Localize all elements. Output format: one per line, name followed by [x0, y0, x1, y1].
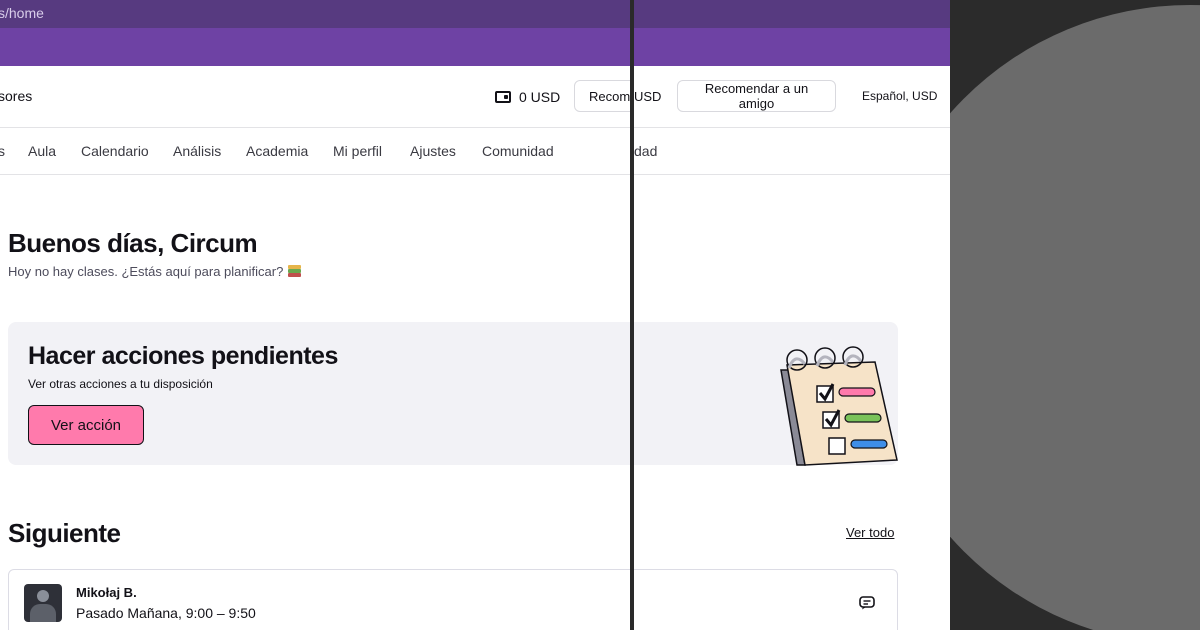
- language-currency-selector[interactable]: Español, USD: [862, 89, 937, 103]
- nav-item-ajustes[interactable]: Ajustes: [410, 143, 456, 159]
- lesson-time: Pasado Mañana, 9:00 – 9:50: [76, 605, 256, 621]
- top-header-right: USD Recomendar a un amigo Español, USD: [634, 66, 950, 128]
- next-section-title: Siguiente: [8, 518, 121, 548]
- refer-friend-button[interactable]: Recomendar a un amigo: [677, 80, 836, 112]
- see-all-link[interactable]: Ver todo: [846, 525, 894, 540]
- avatar: [24, 584, 62, 622]
- nav-item-comunidad[interactable]: Comunidad: [482, 143, 554, 159]
- url-text: s/home: [0, 5, 44, 21]
- nav-item-academia[interactable]: Academia: [246, 143, 308, 159]
- lesson-card-right[interactable]: [634, 569, 898, 630]
- nav-item-aula[interactable]: Aula: [28, 143, 56, 159]
- greeting-subtitle-row: Hoy no hay clases. ¿Estás aquí para plan…: [8, 264, 302, 279]
- promo-banner-right: [634, 28, 950, 66]
- checklist-illustration: [780, 346, 898, 466]
- nav-item-partial-right[interactable]: dad: [634, 143, 657, 159]
- main-nav-right: dad: [634, 128, 950, 175]
- browser-url-bar-right: [634, 0, 950, 28]
- view-action-button[interactable]: Ver acción: [28, 405, 144, 445]
- greeting-subtitle: Hoy no hay clases. ¿Estás aquí para plan…: [8, 264, 284, 279]
- promo-banner: [0, 28, 630, 66]
- main-nav: s Aula Calendario Análisis Academia Mi p…: [0, 128, 630, 175]
- greeting-title: Buenos días, Circum: [8, 228, 258, 258]
- wallet-icon: [495, 91, 511, 103]
- browser-url-bar[interactable]: s/home: [0, 0, 630, 28]
- nav-item-mi-perfil[interactable]: Mi perfil: [333, 143, 382, 159]
- refer-friend-button-partial[interactable]: Recome: [574, 80, 630, 112]
- wallet-balance[interactable]: 0 USD: [495, 89, 560, 105]
- background-area: [950, 0, 1200, 630]
- nav-item-calendario[interactable]: Calendario: [81, 143, 149, 159]
- nav-item-analisis[interactable]: Análisis: [173, 143, 221, 159]
- lesson-card[interactable]: Mikołaj B. Pasado Mañana, 9:00 – 9:50: [8, 569, 630, 630]
- currency-partial: USD: [634, 89, 662, 104]
- header-left-label[interactable]: sores: [0, 88, 32, 104]
- pending-card-subtitle: Ver otras acciones a tu disposición: [28, 377, 213, 391]
- screen-panel-left: s/home sores 0 USD Recome s Aula Calenda…: [0, 0, 630, 630]
- screen-panel-right: USD Recomendar a un amigo Español, USD d…: [634, 0, 950, 630]
- background-circle: [950, 5, 1200, 630]
- pending-actions-card: Hacer acciones pendientes Ver otras acci…: [8, 322, 630, 465]
- chat-icon[interactable]: [859, 596, 875, 610]
- wallet-balance-text: 0 USD: [519, 89, 561, 105]
- books-icon: [288, 265, 302, 278]
- student-name: Mikołaj B.: [76, 585, 137, 600]
- nav-item-partial[interactable]: s: [0, 143, 5, 159]
- top-header: sores 0 USD Recome: [0, 66, 630, 128]
- pending-card-title: Hacer acciones pendientes: [28, 342, 338, 370]
